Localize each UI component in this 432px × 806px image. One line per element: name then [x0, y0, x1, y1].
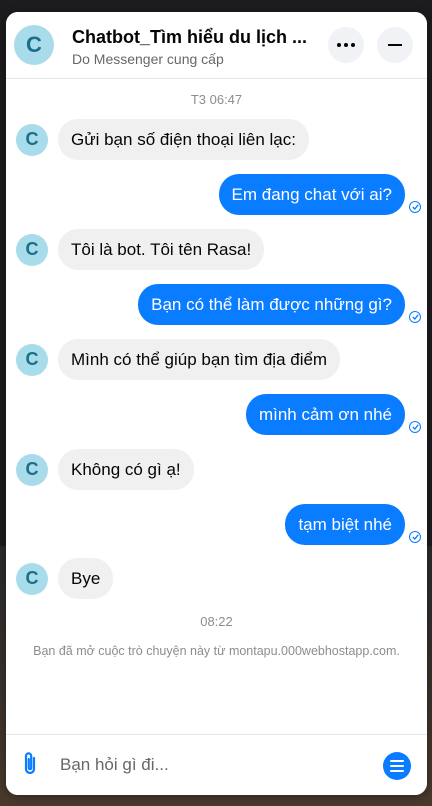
message-row-incoming: C Gửi bạn số điện thoại liên lạc:	[16, 119, 309, 160]
message-row-incoming: C Tôi là bot. Tôi tên Rasa!	[16, 229, 265, 270]
chat-subtitle: Do Messenger cung cấp	[72, 51, 224, 67]
bot-avatar-small: C	[16, 453, 48, 486]
chat-title[interactable]: Chatbot_Tìm hiểu du lịch ...	[72, 27, 322, 48]
message-row-outgoing: Em đang chat với ai?	[218, 174, 421, 215]
seen-check-icon	[409, 531, 421, 543]
message-bubble-outgoing[interactable]: mình cảm ơn nhé	[245, 394, 405, 435]
chat-header: C Chatbot_Tìm hiểu du lịch ... Do Messen…	[6, 12, 427, 79]
bot-avatar-small: C	[16, 233, 48, 266]
message-timestamp: T3 06:47	[190, 92, 243, 107]
message-row-outgoing: Bạn có thể làm được những gì?	[138, 284, 421, 325]
message-row-incoming: C Bye	[16, 558, 114, 599]
minimize-button[interactable]	[377, 27, 413, 63]
seen-check-icon	[409, 201, 421, 213]
message-bubble-incoming[interactable]: Gửi bạn số điện thoại liên lạc:	[58, 119, 309, 160]
conversation-source-notice: Bạn đã mở cuộc trò chuyện này từ montapu…	[33, 644, 400, 658]
message-bubble-incoming[interactable]: Bye	[58, 558, 114, 599]
message-row-outgoing: mình cảm ơn nhé	[245, 394, 421, 435]
message-bubble-outgoing[interactable]: tạm biệt nhé	[285, 504, 405, 545]
message-bubble-incoming[interactable]: Tôi là bot. Tôi tên Rasa!	[58, 229, 265, 270]
message-bubble-outgoing[interactable]: Em đang chat với ai?	[218, 174, 405, 215]
more-dots-icon	[337, 43, 355, 47]
bot-avatar-small: C	[16, 343, 48, 376]
message-timestamp: 08:22	[200, 614, 233, 629]
chat-window: C Chatbot_Tìm hiểu du lịch ... Do Messen…	[6, 12, 427, 795]
bot-avatar-small: C	[16, 562, 48, 595]
attachment-icon[interactable]	[20, 751, 40, 782]
seen-check-icon	[409, 311, 421, 323]
seen-check-icon	[409, 421, 421, 433]
bot-avatar[interactable]: C	[14, 25, 54, 65]
more-options-button[interactable]	[328, 27, 364, 63]
minimize-icon	[388, 44, 402, 46]
message-bubble-outgoing[interactable]: Bạn có thể làm được những gì?	[138, 284, 405, 325]
menu-icon[interactable]	[383, 752, 411, 780]
bot-avatar-small: C	[16, 123, 48, 156]
message-row-outgoing: tạm biệt nhé	[285, 504, 421, 545]
message-bubble-incoming[interactable]: Mình có thể giúp bạn tìm địa điểm	[58, 339, 341, 380]
message-row-incoming: C Mình có thể giúp bạn tìm địa điểm	[16, 339, 341, 380]
message-input[interactable]	[58, 749, 362, 781]
message-bubble-incoming[interactable]: Không có gì ạ!	[58, 449, 194, 490]
message-row-incoming: C Không có gì ạ!	[16, 449, 194, 490]
message-composer	[6, 734, 427, 795]
